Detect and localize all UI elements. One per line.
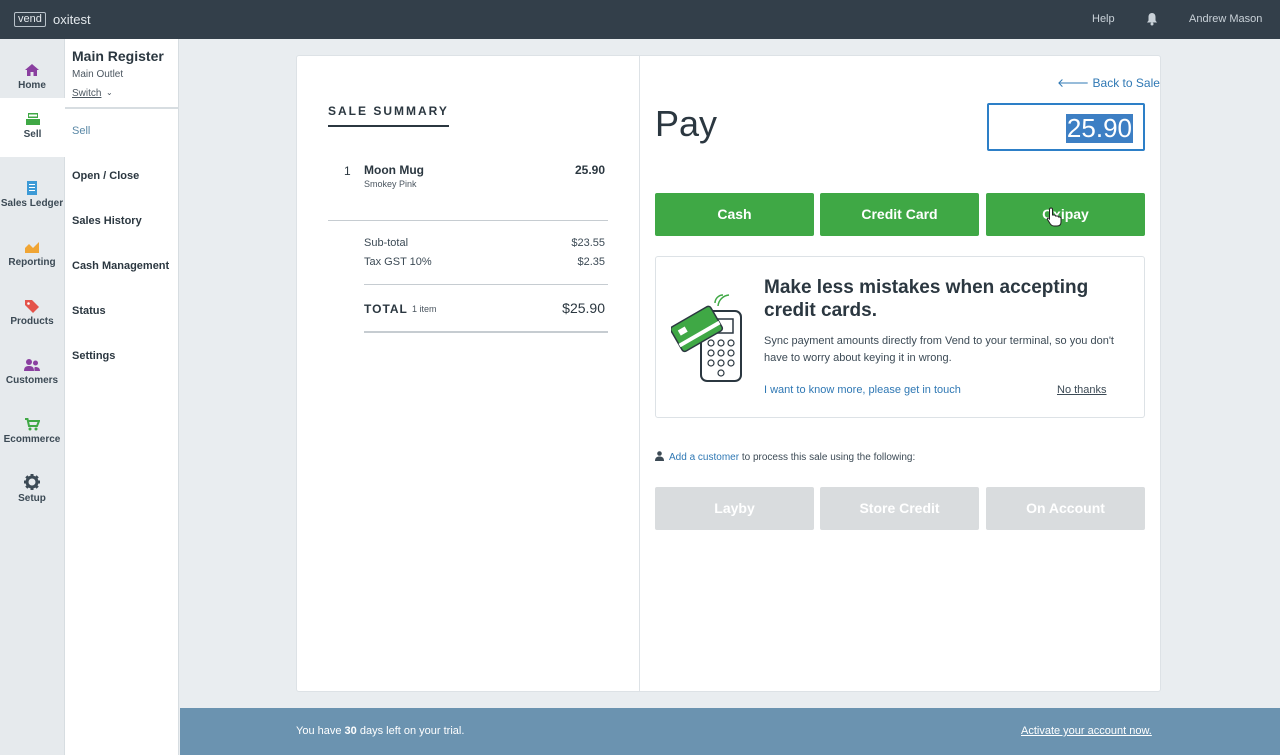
- trial-text-after: days left on your trial.: [356, 725, 465, 737]
- amount-input[interactable]: 25.90: [987, 103, 1145, 151]
- cart-icon: [25, 418, 40, 431]
- trial-days: 30: [344, 725, 357, 737]
- sale-summary-title: SALE SUMMARY: [328, 104, 449, 127]
- line-item-name: Moon Mug: [364, 163, 424, 177]
- add-customer-link[interactable]: Add a customer: [669, 452, 739, 463]
- nav-customers[interactable]: Customers: [0, 344, 64, 403]
- promo-title: Make less mistakes when accepting credit…: [764, 277, 1089, 321]
- trial-message: You have 30 days left on your trial.: [296, 725, 464, 737]
- nav-label: Sales Ledger: [0, 198, 64, 209]
- on-account-button[interactable]: On Account: [986, 487, 1145, 530]
- cash-button[interactable]: Cash: [655, 193, 814, 236]
- nav-setup[interactable]: Setup: [0, 462, 64, 521]
- tax-label: Tax GST 10%: [364, 256, 432, 268]
- subnav-item-settings[interactable]: Settings: [72, 350, 115, 362]
- subnav-item-sell[interactable]: Sell: [72, 125, 90, 137]
- nav-label: Setup: [18, 493, 46, 504]
- summary-divider: [364, 284, 608, 285]
- bell-icon[interactable]: [1146, 12, 1158, 26]
- register-icon: [25, 113, 40, 125]
- oxipay-button[interactable]: Oxipay: [986, 193, 1145, 236]
- card-terminal-illustration: [671, 294, 742, 382]
- nav-ecommerce[interactable]: Ecommerce: [0, 403, 64, 462]
- customer-line: Add a customer to process this sale usin…: [655, 451, 915, 463]
- pay-title: Pay: [655, 103, 718, 144]
- subnav-item-sales-history[interactable]: Sales History: [72, 215, 142, 227]
- sell-subnav: Main Register Main Outlet Switch ⌄ Sell …: [65, 39, 179, 755]
- nav-label: Customers: [5, 375, 59, 386]
- tag-icon: [25, 300, 39, 313]
- back-to-sale-link[interactable]: 🡐 Back to Sale: [1057, 75, 1160, 90]
- total-label: TOTAL: [364, 302, 408, 316]
- register-title: Main Register: [72, 48, 164, 64]
- subnav-item-status[interactable]: Status: [72, 305, 106, 317]
- store-credit-button[interactable]: Store Credit: [820, 487, 979, 530]
- people-icon: [24, 359, 40, 371]
- subnav-item-open-close[interactable]: Open / Close: [72, 170, 139, 182]
- nav-label: Reporting: [8, 257, 56, 268]
- nav-reporting[interactable]: Reporting: [0, 226, 64, 285]
- store-name: oxitest: [53, 12, 91, 27]
- nav-label: Sell: [23, 129, 42, 140]
- trial-text-before: You have: [296, 725, 345, 737]
- ledger-icon: [27, 181, 37, 195]
- chevron-down-icon[interactable]: ⌄: [106, 88, 113, 97]
- tax-value: $2.35: [577, 256, 605, 268]
- credit-card-button[interactable]: Credit Card: [820, 193, 979, 236]
- total-item-count: 1 item: [412, 304, 437, 314]
- help-link[interactable]: Help: [1092, 13, 1115, 25]
- nav-label: Ecommerce: [3, 434, 61, 445]
- nav-sales-ledger[interactable]: Sales Ledger: [0, 167, 64, 226]
- customer-line-text: to process this sale using the following…: [739, 452, 916, 463]
- hand-cursor-icon: [1046, 207, 1062, 227]
- line-item-qty: 1: [344, 164, 351, 178]
- line-item-variant: Smokey Pink: [364, 179, 417, 189]
- promo-contact-link[interactable]: I want to know more, please get in touch: [764, 384, 961, 396]
- nav-label: Home: [18, 80, 46, 91]
- subnav-item-cash-management[interactable]: Cash Management: [72, 260, 169, 272]
- panel-divider: [639, 56, 640, 691]
- user-menu[interactable]: Andrew Mason: [1189, 13, 1262, 25]
- nav-sell[interactable]: Sell: [0, 98, 65, 157]
- subnav-divider: [65, 107, 179, 109]
- back-to-sale-label: Back to Sale: [1092, 76, 1160, 90]
- outlet-name: Main Outlet: [72, 69, 124, 80]
- activate-account-link[interactable]: Activate your account now.: [1021, 725, 1152, 737]
- summary-divider: [328, 220, 608, 221]
- promo-dismiss-link[interactable]: No thanks: [1057, 384, 1107, 396]
- total-value: $25.90: [562, 300, 605, 316]
- promo-card: Make less mistakes when accepting credit…: [655, 256, 1145, 418]
- person-icon: [655, 451, 664, 461]
- arrow-left-icon: 🡐: [1057, 76, 1090, 90]
- left-nav: Home Sell Sales Ledger Reporting Product…: [0, 39, 65, 755]
- amount-value: 25.90: [1065, 113, 1133, 143]
- subtotal-value: $23.55: [571, 237, 605, 249]
- promo-body: Sync payment amounts directly from Vend …: [764, 335, 1114, 364]
- gear-icon: [24, 474, 40, 490]
- chart-icon: [25, 242, 39, 253]
- pay-panel: SALE SUMMARY 1 Moon Mug Smokey Pink 25.9…: [296, 55, 1161, 692]
- trial-banner: You have 30 days left on your trial. Act…: [180, 708, 1280, 755]
- nav-label: Products: [10, 316, 54, 327]
- subtotal-label: Sub-total: [364, 237, 409, 249]
- nav-products[interactable]: Products: [0, 285, 64, 344]
- vend-logo[interactable]: vend: [14, 12, 46, 27]
- line-item-price: 25.90: [574, 163, 605, 177]
- top-bar: vend oxitest Help Andrew Mason: [0, 0, 1280, 39]
- layby-button[interactable]: Layby: [655, 487, 814, 530]
- summary-divider: [364, 331, 608, 333]
- switch-register-link[interactable]: Switch: [72, 88, 101, 99]
- home-icon: [25, 64, 39, 76]
